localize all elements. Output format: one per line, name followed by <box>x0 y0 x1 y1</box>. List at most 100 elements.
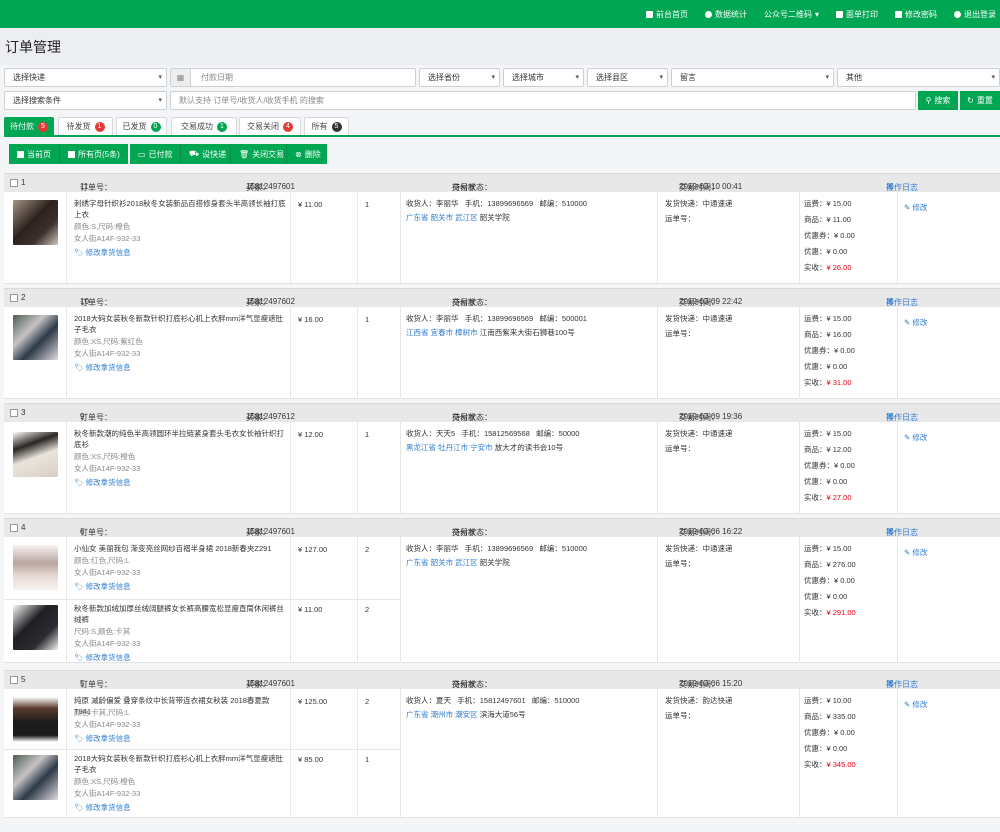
order-checkbox[interactable] <box>10 179 18 187</box>
product-image[interactable] <box>13 697 58 742</box>
item-qty: 2 <box>365 545 370 554</box>
product-name[interactable]: 秋冬新款潮的纯色半高领圆环半拉链紧身套头毛衣女长袖针织打底衫 <box>74 428 286 450</box>
top-nav-bar: 前台首页 数据统计 公众号二维码 ▾ 面单打印 修改密码 退出登录 <box>0 0 1000 28</box>
tab-shipped[interactable]: 已发货 0 <box>116 117 167 135</box>
edit-item-info-link[interactable]: 🏷 修改拿货信息 <box>74 247 131 258</box>
edit-order-link[interactable]: ✎ 修改 <box>904 317 927 328</box>
product-image[interactable] <box>13 315 58 360</box>
search-button[interactable]: ⚲ 搜索 <box>918 91 958 110</box>
city-select[interactable]: 选择城市 ▾ <box>503 68 584 87</box>
order-checkbox[interactable] <box>10 676 18 684</box>
delete-button[interactable]: ⊗ 删除 <box>286 144 327 164</box>
tab-count-badge: 5 <box>331 121 342 132</box>
product-name[interactable]: 2018大码女装秋冬新款针织打底衫心机上衣胖mm洋气显瘦遮肚子毛衣 <box>74 313 286 335</box>
other-select[interactable]: 其他 ▾ <box>837 68 1000 87</box>
product-spec: 颜色:红色,尺码:L <box>74 556 130 565</box>
nav-qrcode[interactable]: 公众号二维码 ▾ <box>764 9 819 20</box>
tab-count-badge: 5 <box>38 121 48 132</box>
edit-item-info-link[interactable]: 🏷 修改拿货信息 <box>74 477 131 488</box>
order-checkbox[interactable] <box>10 294 18 302</box>
product-sku: 女人街A14F-932-33 <box>74 234 141 243</box>
edit-item-info-link[interactable]: 🏷 修改拿货信息 <box>74 362 131 373</box>
nav-password[interactable]: 修改密码 <box>895 9 937 20</box>
item-price: ¥ 16.00 <box>298 315 324 324</box>
caret-down-icon: ▾ <box>814 9 819 19</box>
receiver-info: 收货人：李丽华 手机：13899696569 邮编：500001 江西省 宜春市 … <box>406 314 587 337</box>
order-checkbox[interactable] <box>10 524 18 532</box>
product-name[interactable]: 2018大码女装秋冬新款针织打底衫心机上衣胖mm洋气显瘦遮肚子毛衣 <box>74 753 286 775</box>
product-image[interactable] <box>13 755 58 800</box>
tab-count-badge: 1 <box>94 121 105 132</box>
tab-closed[interactable]: 交易关闭 4 <box>239 117 301 135</box>
tab-count-badge: 1 <box>217 121 227 132</box>
product-spec: 颜色:XS,尺码:紫红色 <box>74 337 143 346</box>
receiver-info: 收货人：李丽华 手机：13899696569 邮编：510000 广东省 韶关市 … <box>406 199 587 222</box>
mark-paid-button[interactable]: ▭ 已付款 <box>130 144 180 164</box>
province-select[interactable]: 选择省份 ▾ <box>419 68 500 87</box>
tab-success[interactable]: 交易成功 1 <box>171 117 237 135</box>
set-express-button[interactable]: ⛟ 设快递 <box>180 144 230 164</box>
search-condition-select[interactable]: 选择搜索条件 ▾ <box>4 91 167 110</box>
express-select[interactable]: 选择快递 ▾ <box>4 68 167 87</box>
shipping-info: 发货快递：中通速递 运单号： <box>665 429 733 453</box>
nav-print[interactable]: 面单打印 <box>836 9 878 20</box>
search-input[interactable]: 默认支持 订单号/收货人/收货手机 的搜索 <box>170 91 916 110</box>
order-body: 小仙女 美丽我包 渐变亮丝网纱百褶半身裙 2018新春夹Z291 颜色:红色,尺… <box>4 537 1000 663</box>
current-page-button[interactable]: 当前页 <box>9 144 59 164</box>
product-image[interactable] <box>13 545 58 590</box>
message-select[interactable]: 留言 ▾ <box>671 68 834 87</box>
pay-date-input[interactable]: ▦ 付款日期 <box>170 68 416 87</box>
caret-down-icon: ▾ <box>158 74 162 81</box>
product-name[interactable]: 秋冬新款加绒加厚丝绒阔腿裤女长裤高腰宽松显瘦直筒休闲裤丝绒裤 <box>74 603 286 625</box>
search-icon: ⚲ <box>925 96 932 105</box>
edit-item-info-link[interactable]: 🏷 修改拿货信息 <box>74 802 131 813</box>
edit-item-info-link[interactable]: 🏷 修改拿货信息 <box>74 652 131 663</box>
truck-icon: ⛟ <box>189 149 200 158</box>
product-spec: 尺码:S,颜色:卡其 <box>74 627 131 636</box>
fee-summary: 运费：¥ 15.00 商品：¥ 276.00 优惠券：¥ 0.00 优惠：¥ 0.00… <box>804 544 856 617</box>
shipping-info: 发货快递：中通速递 运单号： <box>665 544 733 568</box>
tab-all[interactable]: 所有 5 <box>304 117 349 135</box>
receiver-info: 收货人：夏天 手机：15812497601 邮编：510000 广东省 潮州市 潮… <box>406 696 580 719</box>
fee-summary: 运费：¥ 15.00 商品：¥ 16.00 优惠券：¥ 0.00 优惠：¥ 0.00 实… <box>804 314 855 387</box>
nav-logout[interactable]: 退出登录 <box>954 9 996 20</box>
tab-count-badge: 0 <box>150 121 161 132</box>
product-image[interactable] <box>13 605 58 650</box>
product-name[interactable]: 小仙女 美丽我包 渐变亮丝网纱百褶半身裙 2018新春夹Z291 <box>74 543 286 554</box>
fee-summary: 运费：¥ 15.00 商品：¥ 12.00 优惠券：¥ 0.00 优惠：¥ 0.00 实… <box>804 429 855 502</box>
product-name[interactable]: 刺绣字母针织衫2018秋冬女装新品百搭修身套头半高领长袖打底上衣 <box>74 198 286 220</box>
product-spec: 颜色:XS,尺码:橙色 <box>74 777 136 786</box>
order-header: 5 订单号： 5 买家： 15812497601 交易状态： 待付款 交易时间： 20… <box>4 670 1000 689</box>
order-header: 4 订单号： 6 买家： 15812497601 交易状态： 待付款 交易时间： 20… <box>4 518 1000 537</box>
reset-button[interactable]: ↻ 重置 <box>960 91 1000 110</box>
product-sku: 女人街A14F-932-33 <box>74 789 141 798</box>
nav-home[interactable]: 前台首页 <box>645 9 688 20</box>
tab-pending-ship[interactable]: 待发货 1 <box>58 117 113 135</box>
gear-icon <box>704 10 712 18</box>
item-price: ¥ 11.00 <box>298 605 323 614</box>
nav-stats[interactable]: 数据统计 <box>704 9 747 20</box>
square-icon <box>68 150 75 158</box>
product-image[interactable] <box>13 432 58 477</box>
home-icon <box>645 10 653 18</box>
receiver-info: 收货人：天天5 手机：15812569568 邮编：50000 黑龙江省 牡丹江市… <box>406 429 580 452</box>
edit-item-info-link[interactable]: 🏷 修改拿货信息 <box>74 733 131 744</box>
order-checkbox[interactable] <box>10 409 18 417</box>
order-body: 秋冬新款潮的纯色半高领圆环半拉链紧身套头毛衣女长袖针织打底衫 颜色:XS,尺码:… <box>4 422 1000 514</box>
item-qty: 1 <box>365 315 370 324</box>
edit-item-info-link[interactable]: 🏷 修改拿货信息 <box>74 581 131 592</box>
edit-order-link[interactable]: ✎ 修改 <box>904 202 927 213</box>
county-select[interactable]: 选择县区 ▾ <box>587 68 668 87</box>
square-icon <box>17 150 24 158</box>
order-body: 纯原 减龄偏爱 叠穿条纹中长背带连衣裙女秋装 2018春夏款T941 颜色:卡其… <box>4 689 1000 818</box>
edit-order-link[interactable]: ✎ 修改 <box>904 432 927 443</box>
lock-icon <box>895 10 902 18</box>
tab-pending-payment[interactable]: 待付款 5 <box>4 117 54 135</box>
calendar-icon: ▦ <box>171 69 191 86</box>
close-trade-button[interactable]: 🗑 关闭交易 <box>230 144 286 164</box>
edit-order-link[interactable]: ✎ 修改 <box>904 547 927 558</box>
all-pages-button[interactable]: 所有页(5条) <box>59 144 128 164</box>
edit-order-link[interactable]: ✎ 修改 <box>904 699 927 710</box>
product-sku: 女人街A14F-932-33 <box>74 568 141 577</box>
product-image[interactable] <box>13 200 58 245</box>
